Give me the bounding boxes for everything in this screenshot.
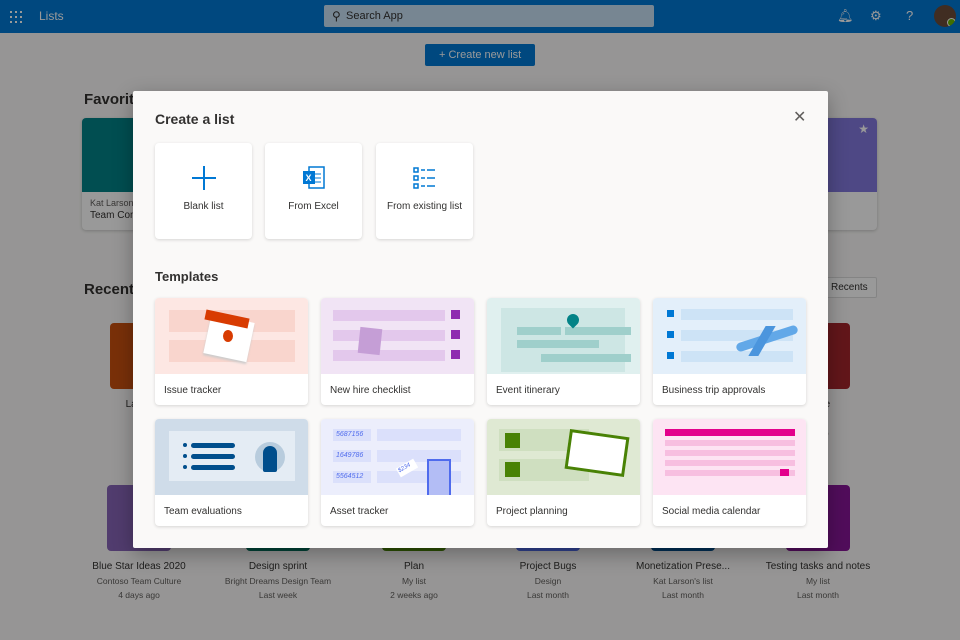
template-label: Event itinerary [496, 385, 560, 396]
template-illustration [653, 419, 806, 495]
option-label: From Excel [288, 201, 339, 212]
option-label: From existing list [386, 201, 462, 212]
excel-icon: X [265, 143, 362, 201]
template-project-planning[interactable]: Project planning [487, 419, 640, 526]
template-team-evaluations[interactable]: Team evaluations [155, 419, 308, 526]
template-illustration [321, 298, 474, 374]
plus-icon [155, 143, 252, 201]
template-label: Business trip approvals [662, 385, 766, 396]
template-label: Asset tracker [330, 506, 389, 517]
template-illustration [653, 298, 806, 374]
from-existing-list-option[interactable]: From existing list [376, 143, 473, 239]
template-label: New hire checklist [330, 385, 411, 396]
template-new-hire-checklist[interactable]: New hire checklist [321, 298, 474, 405]
dialog-title: Create a list [155, 111, 235, 127]
create-list-dialog: Create a list ✕ Blank list X From Excel … [133, 91, 828, 548]
blank-list-option[interactable]: Blank list [155, 143, 252, 239]
template-issue-tracker[interactable]: Issue tracker [155, 298, 308, 405]
svg-text:X: X [305, 173, 311, 183]
template-label: Social media calendar [662, 506, 761, 517]
template-asset-tracker[interactable]: 5687156 1649786 5564512 $234 Asset tracker [321, 419, 474, 526]
close-icon[interactable]: ✕ [793, 107, 806, 127]
template-illustration [155, 419, 308, 495]
template-business-trip-approvals[interactable]: Business trip approvals [653, 298, 806, 405]
template-label: Project planning [496, 506, 568, 517]
option-label: Blank list [183, 201, 224, 212]
template-illustration [155, 298, 308, 374]
template-label: Team evaluations [164, 506, 242, 517]
template-illustration: 5687156 1649786 5564512 $234 [321, 419, 474, 495]
from-excel-option[interactable]: X From Excel [265, 143, 362, 239]
list-icon [376, 143, 473, 201]
template-social-media-calendar[interactable]: Social media calendar [653, 419, 806, 526]
template-event-itinerary[interactable]: Event itinerary [487, 298, 640, 405]
template-illustration [487, 298, 640, 374]
templates-heading: Templates [155, 269, 219, 284]
template-illustration [487, 419, 640, 495]
template-label: Issue tracker [164, 385, 222, 396]
